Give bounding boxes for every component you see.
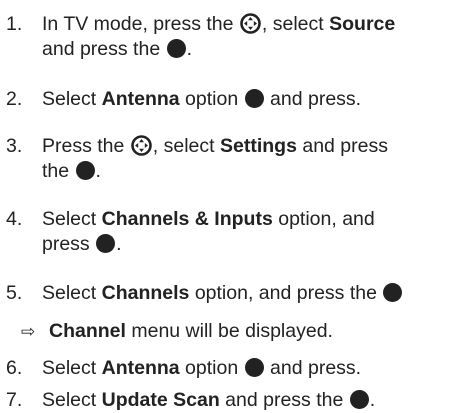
step-text: and press the <box>42 38 161 60</box>
step-text: and press. <box>270 88 362 110</box>
step-number: 2. <box>6 88 23 110</box>
step-text: , select <box>152 135 215 157</box>
step-text: Select <box>42 282 97 304</box>
step-7: 7. Select Update Scan and press the . <box>0 388 472 413</box>
step-text: menu will be displayed. <box>131 320 333 342</box>
step-text: press <box>42 233 90 255</box>
step-keyword: Source <box>329 13 396 35</box>
step-keyword: Channels <box>101 282 190 304</box>
step-text: , select <box>261 13 324 35</box>
step-keyword: Settings <box>220 135 297 157</box>
step-text: Select <box>42 88 97 110</box>
step-keyword: Channel <box>49 320 126 342</box>
step-text: Select <box>42 208 97 230</box>
step-1: 1. In TV mode, press the , select Source <box>0 12 472 62</box>
step-text: . <box>369 389 376 411</box>
result-note: ⇨ Channel menu will be displayed. <box>0 319 472 344</box>
step-number: 5. <box>6 282 23 304</box>
step-number: 1. <box>6 13 23 35</box>
step-keyword: Channels & Inputs <box>101 208 273 230</box>
step-text: In TV mode, press the <box>42 13 234 35</box>
step-number: 7. <box>6 389 23 411</box>
step-3: 3. Press the , select Settings and press <box>0 134 472 184</box>
step-2: 2. Select Antenna option and press. <box>0 87 472 112</box>
step-text: . <box>186 38 193 60</box>
ok-button-icon <box>349 390 369 409</box>
step-text: Press the <box>42 135 125 157</box>
step-text: Select <box>42 389 97 411</box>
step-text: . <box>116 233 122 255</box>
step-4: 4. Select Channels & Inputs option, and … <box>0 207 472 257</box>
step-text: option, and <box>278 208 375 230</box>
step-keyword: Antenna <box>101 357 180 379</box>
navigation-pad-icon <box>240 13 261 34</box>
step-number: 3. <box>6 135 23 157</box>
ok-button-icon <box>75 161 95 180</box>
step-5: 5. Select Channels option, and press the <box>0 281 472 306</box>
step-text: option, and press the <box>194 282 377 304</box>
step-text: and press the <box>225 389 344 411</box>
step-keyword: Antenna <box>101 88 180 110</box>
step-text: the <box>42 160 70 182</box>
ok-button-icon <box>383 283 403 302</box>
step-number: 4. <box>6 208 23 230</box>
step-text: and press. <box>270 357 362 379</box>
navigation-pad-icon <box>130 135 152 156</box>
ok-button-icon <box>166 39 186 58</box>
ok-button-icon <box>96 234 116 253</box>
step-text: . <box>95 160 101 182</box>
step-text: option <box>185 88 239 110</box>
step-text: Select <box>42 357 97 379</box>
step-keyword: Update Scan <box>101 389 220 411</box>
instruction-list: 1. In TV mode, press the , select Source <box>0 0 472 411</box>
step-number: 6. <box>6 357 23 379</box>
ok-button-icon <box>244 89 264 108</box>
result-arrow-icon: ⇨ <box>21 322 36 341</box>
step-text: option <box>185 357 239 379</box>
step-text: and press <box>302 135 388 157</box>
ok-button-icon <box>244 358 264 377</box>
step-6: 6. Select Antenna option and press. <box>0 356 472 381</box>
